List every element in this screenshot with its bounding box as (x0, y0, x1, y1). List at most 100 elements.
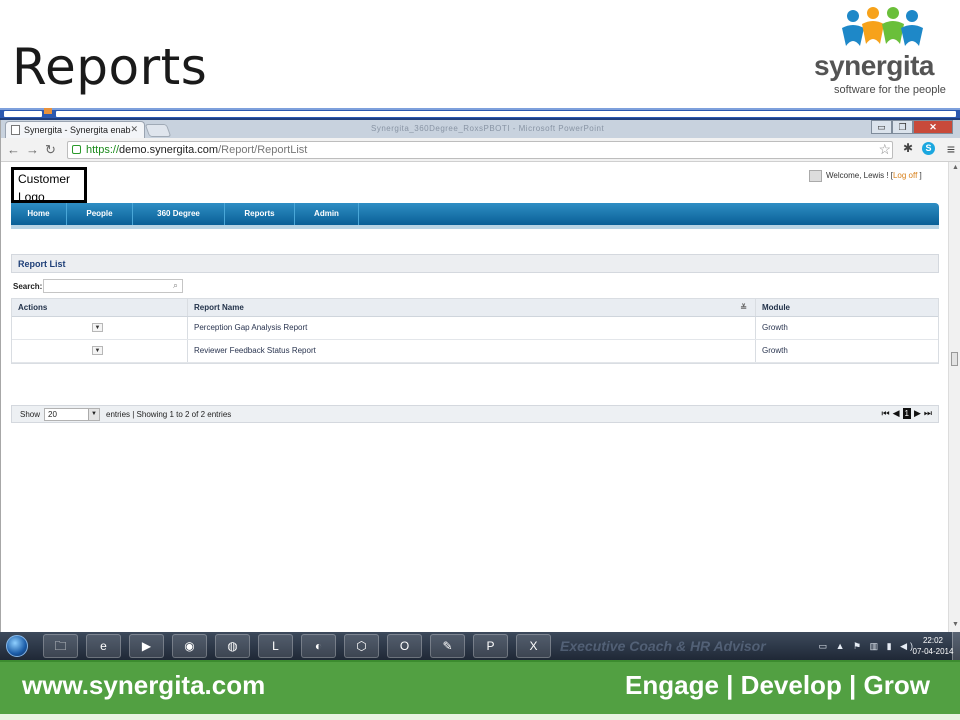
show-desktop-button[interactable] (952, 632, 960, 660)
taskbar-clock[interactable]: 22:02 07-04-2014 (912, 635, 954, 657)
web-page: Customer Logo Welcome, Lewis ! [Log off … (1, 162, 949, 632)
table-row: ▼ Reviewer Feedback Status Report Growth (12, 340, 938, 363)
table-header: Actions Report Name ≚ Module (12, 299, 938, 317)
search-icon: ⌕ (172, 280, 178, 290)
current-page[interactable]: 1 (902, 408, 911, 419)
col-report-name[interactable]: Report Name ≚ (188, 299, 756, 316)
extension-icon[interactable]: ✱ (903, 141, 913, 155)
module-cell: Growth (762, 346, 788, 355)
table-row: ▼ Perception Gap Analysis Report Growth (12, 317, 938, 340)
lock-icon (72, 145, 81, 154)
explorer-icon[interactable]: 🗀 (43, 634, 78, 658)
entries-info: entries | Showing 1 to 2 of 2 entries (106, 410, 232, 419)
chrome-icon[interactable]: ◉ (172, 634, 207, 658)
slide-footer: www.synergita.com Engage | Develop | Gro… (0, 660, 960, 720)
nav-people[interactable]: People (67, 203, 133, 225)
media-player-icon[interactable]: ▶ (129, 634, 164, 658)
accent-bar (0, 108, 960, 120)
footer-tagline: Engage | Develop | Grow (625, 670, 930, 700)
scroll-up-icon[interactable]: ▲ (952, 164, 959, 171)
url-path: /Report/ReportList (218, 144, 308, 156)
page-favicon-icon (11, 125, 20, 135)
scroll-thumb[interactable] (951, 352, 958, 366)
clock-date: 07-04-2014 (912, 647, 954, 656)
scroll-down-icon[interactable]: ▼ (952, 621, 959, 628)
back-arrow-icon[interactable]: ← (7, 142, 20, 157)
close-window-button[interactable]: ✕ (913, 120, 953, 134)
slide-title: Reports (12, 38, 208, 96)
actions-dropdown-icon[interactable]: ▼ (92, 323, 103, 332)
nav-home[interactable]: Home (11, 203, 67, 225)
maximize-button[interactable]: ❐ (892, 120, 913, 134)
chevron-down-icon: ▼ (88, 409, 99, 420)
actions-dropdown-icon[interactable]: ▼ (92, 346, 103, 355)
window-title: Synergita_360Degree_RoxsPBOTI - Microsof… (371, 124, 605, 133)
url-host: demo.synergita.com (119, 144, 219, 156)
reload-icon[interactable]: ↻ (45, 142, 56, 158)
people-logo-icon (842, 7, 923, 46)
tab-strip: Synergita - Synergita enab ✕ Synergita_3… (1, 120, 960, 138)
windows-logo-icon (6, 635, 28, 657)
minimize-button[interactable]: ▭ (871, 120, 892, 134)
user-avatar-icon (809, 170, 822, 182)
forward-arrow-icon[interactable]: → (26, 142, 39, 157)
paint-icon[interactable]: ✎ (430, 634, 465, 658)
cube-app-icon[interactable]: ⬡ (344, 634, 379, 658)
nav-admin[interactable]: Admin (295, 203, 359, 225)
excel-icon[interactable]: X (516, 634, 551, 658)
taskbar-ghost-text: Executive Coach & HR Advisor (560, 638, 766, 654)
page-size-select[interactable]: 20 ▼ (44, 408, 100, 421)
browser-menu-icon[interactable]: ≡ (947, 141, 955, 157)
vertical-scrollbar[interactable]: ▲ ▼ (948, 162, 960, 632)
welcome-area: Welcome, Lewis ! [Log off ] (809, 170, 922, 182)
synergita-logo: synergita software for the people (808, 6, 948, 96)
browser-window: Synergita - Synergita enab ✕ Synergita_3… (0, 120, 960, 632)
url-scheme: https:// (86, 144, 120, 156)
report-name-cell[interactable]: Reviewer Feedback Status Report (188, 340, 756, 362)
module-cell: Growth (762, 323, 788, 332)
skype-extension-icon[interactable]: S (922, 142, 935, 155)
last-page-icon[interactable]: ⏭ (924, 408, 932, 419)
sort-icon[interactable]: ≚ (740, 299, 747, 317)
col-actions: Actions (12, 299, 188, 316)
outlook-icon[interactable]: O (387, 634, 422, 658)
powerpoint-icon[interactable]: P (473, 634, 508, 658)
next-page-icon[interactable]: ▶ (914, 408, 921, 419)
browser-tab[interactable]: Synergita - Synergita enab ✕ (5, 121, 145, 138)
globe-icon[interactable]: ◐ (301, 634, 336, 658)
log-off-link[interactable]: Log off (893, 171, 917, 180)
lync-icon[interactable]: L (258, 634, 293, 658)
firefox-icon[interactable]: ◍ (215, 634, 250, 658)
slide: Reports synergita software for the peopl… (0, 0, 960, 720)
new-tab-button[interactable] (144, 124, 172, 137)
url-input[interactable]: https://demo.synergita.com/Report/Report… (67, 141, 893, 159)
system-tray-icons[interactable]: ▭ ▲ ⚑ ▥ ▮ ◀) (819, 641, 916, 652)
prev-page-icon[interactable]: ◀ (893, 408, 900, 419)
search-label: Search: (13, 282, 43, 291)
row-actions: ▼ (12, 340, 188, 362)
report-list-header: Report List (11, 254, 939, 273)
nav-360-degree[interactable]: 360 Degree (133, 203, 225, 225)
first-page-icon[interactable]: ⏮ (881, 408, 889, 419)
table-pager: Show 20 ▼ entries | Showing 1 to 2 of 2 … (11, 405, 939, 423)
nav-reports[interactable]: Reports (225, 203, 295, 225)
brand-tagline: software for the people (834, 84, 946, 96)
col-module: Module (762, 303, 790, 312)
search-input[interactable]: ⌕ (43, 279, 183, 293)
clock-time: 22:02 (922, 636, 944, 645)
internet-explorer-icon[interactable]: e (86, 634, 121, 658)
search-row: Search: ⌕ (11, 278, 939, 296)
close-tab-icon[interactable]: ✕ (130, 124, 138, 135)
window-controls: ▭ ❐ ✕ (871, 120, 953, 134)
brand-name: synergita (814, 50, 935, 81)
show-label: Show (20, 410, 41, 419)
report-table: Actions Report Name ≚ Module ▼ Perceptio… (11, 298, 939, 364)
tab-title: Synergita - Synergita enab (24, 125, 131, 135)
main-nav: Home People 360 Degree Reports Admin (11, 203, 939, 229)
report-name-cell[interactable]: Perception Gap Analysis Report (188, 317, 756, 339)
footer-url: www.synergita.com (22, 670, 266, 700)
address-bar: ← → ↻ https://demo.synergita.com/Report/… (1, 138, 960, 162)
start-button[interactable] (2, 632, 32, 660)
welcome-text: Welcome, Lewis ! [ (826, 171, 893, 181)
bookmark-star-icon[interactable]: ☆ (878, 141, 891, 158)
